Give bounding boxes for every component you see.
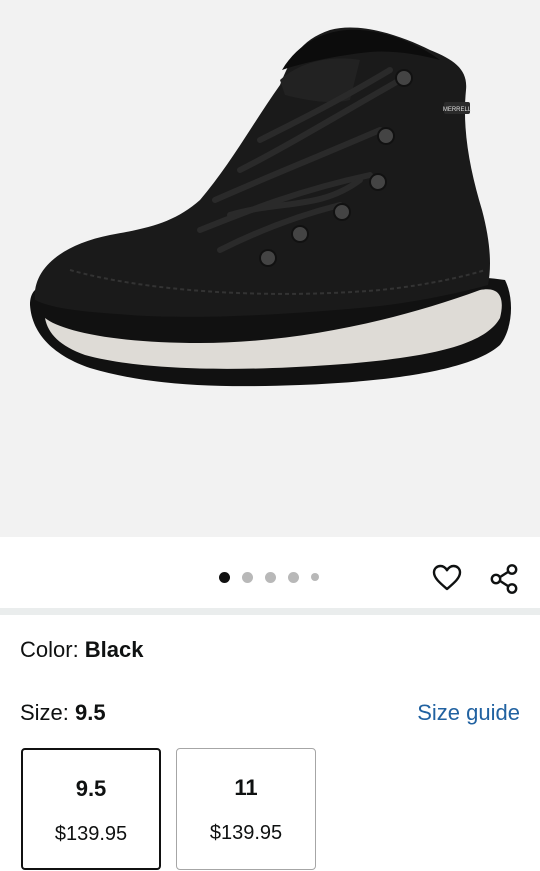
size-selection: Size: 9.5 (20, 699, 106, 727)
size-label: Size: (20, 700, 76, 725)
size-option-size: 9.5 (75, 776, 107, 801)
color-selection: Color: Black (20, 636, 144, 664)
size-option-9-5[interactable]: 9.5 $139.95 (21, 748, 161, 870)
size-option-price: $139.95 (54, 823, 128, 845)
section-divider (0, 608, 540, 615)
carousel-dot-5[interactable] (311, 573, 319, 581)
size-option-size: 11 (234, 775, 258, 800)
carousel-dot-4[interactable] (288, 571, 299, 583)
color-value: Black (84, 637, 144, 662)
color-label: Color: (20, 637, 85, 662)
share-icon (490, 564, 518, 594)
product-image[interactable]: MERRELL (0, 0, 540, 537)
carousel-dot-1[interactable] (219, 571, 230, 583)
carousel-bar (0, 537, 540, 611)
heart-icon (432, 564, 462, 591)
boot-image: MERRELL (30, 27, 512, 387)
carousel-indicator[interactable] (219, 571, 331, 583)
size-guide-link[interactable]: Size guide (417, 699, 520, 727)
share-button[interactable] (486, 561, 522, 597)
carousel-dot-2[interactable] (242, 571, 253, 583)
size-option-price: $139.95 (209, 822, 283, 844)
size-value: 9.5 (75, 700, 106, 725)
wishlist-button[interactable] (430, 561, 464, 595)
brand-tag: MERRELL (443, 107, 472, 113)
size-option-11[interactable]: 11 $139.95 (176, 748, 316, 870)
carousel-dot-3[interactable] (265, 571, 276, 583)
